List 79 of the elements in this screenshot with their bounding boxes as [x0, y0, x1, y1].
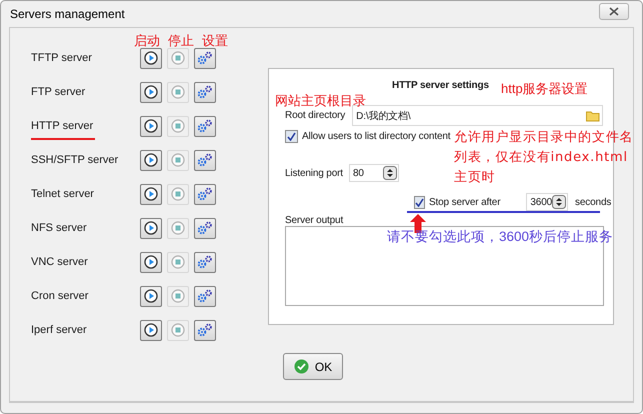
- ok-button[interactable]: OK: [283, 353, 343, 380]
- gears-icon: [197, 187, 213, 201]
- panel-title: HTTP server settings: [392, 80, 489, 91]
- gears-icon: [197, 51, 213, 65]
- list-annotation: 允许用户显示目录中的文件名列表，仅在没有index.html主页时: [454, 129, 634, 187]
- gears-icon: [197, 289, 213, 303]
- start-button[interactable]: [140, 320, 162, 340]
- spinner-arrows-icon: [382, 166, 397, 180]
- gears-icon: [197, 323, 213, 337]
- settings-button[interactable]: [194, 252, 216, 272]
- checkbox[interactable]: [285, 130, 298, 143]
- settings-button[interactable]: [194, 116, 216, 136]
- server-name: Cron server: [31, 290, 90, 304]
- start-button[interactable]: [140, 286, 162, 306]
- play-icon: [144, 153, 158, 167]
- column-annotation: 启动: [134, 33, 160, 49]
- start-button[interactable]: [140, 116, 162, 136]
- settings-button[interactable]: [194, 150, 216, 170]
- spinner-arrows-icon: [552, 195, 566, 209]
- start-button[interactable]: [140, 218, 162, 238]
- checkbox[interactable]: [414, 196, 425, 208]
- field-label: Server output: [285, 215, 344, 226]
- stop-icon: [171, 323, 185, 337]
- stop-icon: [171, 221, 185, 235]
- check-circle-icon: [294, 359, 309, 374]
- folder-icon: [586, 110, 600, 122]
- play-icon: [144, 51, 158, 65]
- server-name: FTP server: [31, 86, 86, 100]
- play-icon: [144, 221, 158, 235]
- play-icon: [144, 119, 158, 133]
- field-label: Root directory: [285, 110, 346, 121]
- stop-icon: [171, 187, 185, 201]
- stop-icon: [171, 153, 185, 167]
- stop-annotation: 请不要勾选此项，3600秒后停止服务: [387, 229, 614, 245]
- play-icon: [144, 187, 158, 201]
- settings-button[interactable]: [194, 82, 216, 102]
- settings-button[interactable]: [194, 218, 216, 238]
- start-button[interactable]: [140, 252, 162, 272]
- gears-icon: [197, 119, 213, 133]
- stop-icon: [171, 289, 185, 303]
- window-title: Servers management: [10, 7, 125, 21]
- server-name: VNC server: [31, 256, 89, 270]
- server-name: TFTP server: [31, 52, 93, 66]
- close-icon: [609, 6, 619, 16]
- gears-icon: [197, 255, 213, 269]
- stop-icon: [171, 255, 185, 269]
- column-annotation: 设置: [202, 33, 228, 49]
- stop-icon: [171, 51, 185, 65]
- server-name: Telnet server: [31, 188, 95, 202]
- field-label: Listening port: [285, 168, 343, 178]
- play-icon: [144, 85, 158, 99]
- seconds-spinbox[interactable]: 3600: [526, 193, 568, 211]
- stop-icon: [171, 85, 185, 99]
- stop-icon: [171, 119, 185, 133]
- server-name: HTTP server: [31, 120, 96, 140]
- play-icon: [144, 255, 158, 269]
- settings-button[interactable]: [194, 286, 216, 306]
- settings-button[interactable]: [194, 48, 216, 68]
- column-annotation: 停止: [168, 33, 194, 49]
- start-button[interactable]: [140, 82, 162, 102]
- settings-button[interactable]: [194, 320, 216, 340]
- server-name: Iperf server: [31, 324, 88, 338]
- port-spinbox[interactable]: 80: [348, 164, 399, 182]
- start-button[interactable]: [140, 184, 162, 204]
- server-name: SSH/SFTP server: [31, 154, 120, 168]
- start-button[interactable]: [140, 48, 162, 68]
- gears-icon: [197, 221, 213, 235]
- gears-icon: [197, 153, 213, 167]
- play-icon: [144, 289, 158, 303]
- play-icon: [144, 323, 158, 337]
- checkbox-label: Stop server after: [429, 196, 500, 208]
- settings-button[interactable]: [194, 184, 216, 204]
- checkbox-label: Allow users to list directory content: [302, 131, 450, 142]
- close-button[interactable]: [599, 2, 629, 20]
- settings-annotation: http服务器设置: [501, 81, 588, 97]
- unit-label: seconds: [575, 196, 612, 208]
- gears-icon: [197, 85, 213, 99]
- start-button[interactable]: [140, 150, 162, 170]
- server-name: NFS server: [31, 222, 88, 236]
